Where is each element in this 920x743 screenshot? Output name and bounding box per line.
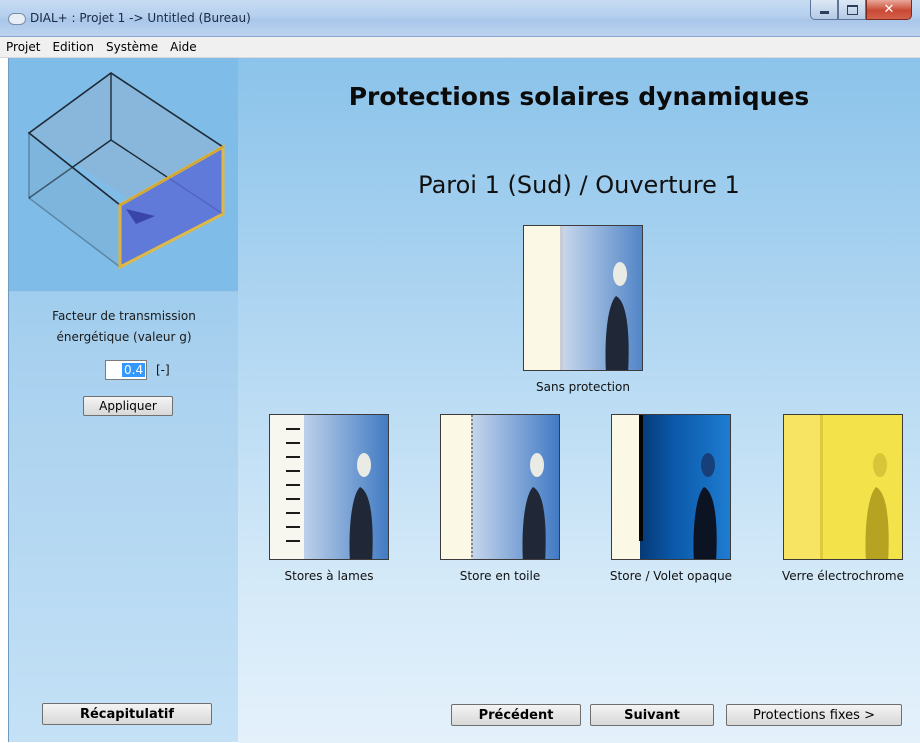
menu-bar: Projet Edition Système Aide [0,37,920,58]
apply-button[interactable]: Appliquer [83,396,173,416]
option-label: Stores à lames [284,569,374,583]
gfactor-label-line2: énergétique (valeur g) [56,330,192,344]
window-controls: ✕ [810,0,912,20]
gfactor-unit: [-] [156,363,170,377]
minimize-icon [819,11,829,14]
minimize-button[interactable] [810,0,838,20]
window-title: DIAL+ : Projet 1 -> Untitled (Bureau) [30,11,251,25]
no-protection-icon [523,225,643,371]
close-icon: ✕ [883,2,895,17]
app-icon [8,13,26,25]
fabric-blind-icon [440,414,560,560]
fixed-protections-button[interactable]: Protections fixes > [726,704,902,726]
close-button[interactable]: ✕ [866,0,912,20]
gfactor-label: Facteur de transmission énergétique (val… [9,306,239,348]
next-button[interactable]: Suivant [590,704,714,726]
option-label: Store / Volet opaque [609,569,733,583]
slat-blinds-icon [269,414,389,560]
menu-aide[interactable]: Aide [164,40,203,54]
opaque-shutter-icon [611,414,731,560]
room-model-icon [27,72,225,270]
previous-button[interactable]: Précédent [451,704,581,726]
option-label: Sans protection [536,380,630,394]
menu-systeme[interactable]: Système [100,40,164,54]
menu-edition[interactable]: Edition [46,40,100,54]
gfactor-value: 0.4 [122,363,146,377]
option-label: Store en toile [459,569,541,583]
maximize-icon [846,4,858,15]
menu-projet[interactable]: Projet [0,40,46,54]
main-panel: Protections solaires dynamiques Paroi 1 … [238,58,920,743]
recap-button[interactable]: Récapitulatif [42,703,212,725]
sidebar: Facteur de transmission énergétique (val… [8,58,239,742]
maximize-button[interactable] [838,0,866,20]
page-title: Protections solaires dynamiques [348,82,810,111]
page-subtitle: Paroi 1 (Sud) / Ouverture 1 [418,171,740,199]
gfactor-input[interactable]: 0.4 [105,360,147,380]
gfactor-label-line1: Facteur de transmission [52,309,196,323]
title-bar: DIAL+ : Projet 1 -> Untitled (Bureau) ✕ [0,0,920,37]
option-label: Verre électrochrome [782,569,904,583]
gfactor-row: 0.4 [-] [105,359,170,381]
electrochromic-glass-icon [783,414,903,560]
room-3d-view[interactable] [9,58,239,292]
